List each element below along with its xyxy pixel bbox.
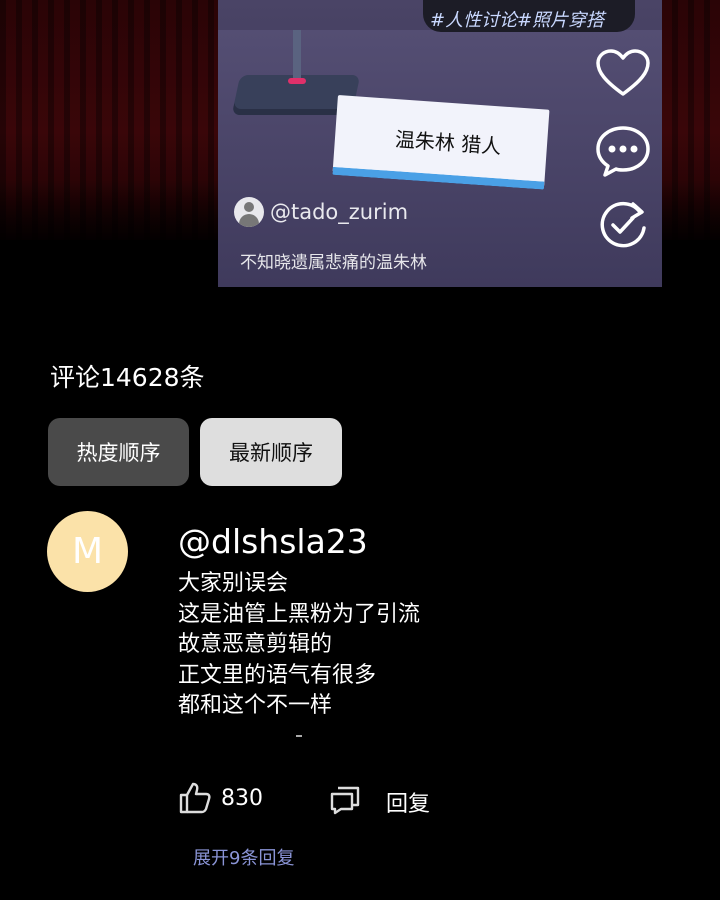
comment-line: 这是油管上黑粉为了引流	[178, 601, 421, 627]
user-avatar-icon	[234, 197, 264, 227]
commenter-avatar[interactable]: M	[47, 511, 128, 592]
comment-line: 大家别误会	[178, 571, 289, 596]
nameplate-text: 温朱林 猎人	[394, 127, 503, 159]
heart-outline-icon[interactable]	[595, 48, 651, 100]
commenter-username[interactable]: @dlshsla23	[178, 522, 368, 561]
comment-line: 故意恶意剪辑的	[178, 632, 333, 657]
uploader[interactable]: @tado_zurim	[234, 196, 408, 228]
chat-bubble-icon[interactable]	[595, 125, 651, 177]
reply-button[interactable]: 回复	[386, 786, 430, 818]
comment-line: 正文里的语气有很多	[178, 662, 377, 688]
like-count: 830	[221, 786, 263, 811]
video-hashtags: #人性讨论#照片穿搭	[430, 10, 605, 31]
nameplate: 温朱林 猎人	[332, 95, 550, 190]
uploader-name: @tado_zurim	[270, 200, 409, 224]
microphone-ring	[288, 78, 306, 84]
expand-replies-link[interactable]: 展开9条回复	[193, 844, 294, 870]
sort-newest-button[interactable]: 最新顺序	[200, 418, 342, 486]
reply-icon[interactable]	[329, 785, 361, 815]
microphone-stem	[293, 30, 301, 82]
comment-line: 都和这个不一样	[178, 693, 333, 718]
video-caption: 不知晓遗属悲痛的温朱林	[240, 253, 427, 273]
divider	[296, 735, 302, 737]
sort-hot-button[interactable]: 热度顺序	[48, 418, 189, 486]
refresh-check-icon[interactable]	[595, 198, 651, 250]
thumbs-up-icon[interactable]	[178, 781, 212, 815]
comment-text: 大家别误会 这是油管上黑粉为了引流 故意恶意剪辑的 正文里的语气有很多 都和这个…	[178, 569, 420, 722]
comment-count: 评论14628条	[50, 363, 205, 392]
